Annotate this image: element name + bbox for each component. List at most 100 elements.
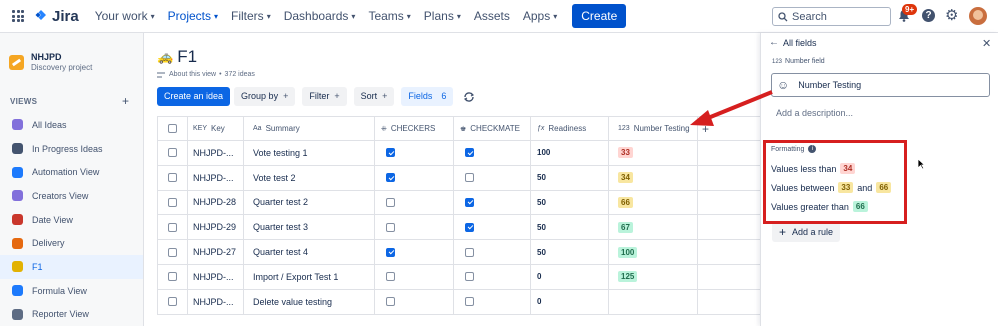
readiness-cell[interactable]: 100	[531, 141, 609, 165]
checkers-checkbox[interactable]	[386, 297, 395, 307]
table-row[interactable]: NHJPD-... Vote testing 1 100 33	[157, 141, 760, 166]
summary-cell[interactable]: Vote testing 1	[244, 141, 375, 165]
description-input[interactable]: Add a description...	[776, 108, 853, 118]
close-icon[interactable]: ✕	[982, 37, 991, 50]
column-readiness[interactable]: ƒx Readiness	[531, 117, 609, 140]
sidebar-view-automation-view[interactable]: Automation View	[0, 160, 143, 184]
create-idea-button[interactable]: Create an idea	[157, 87, 231, 106]
sidebar-view-formula-view[interactable]: Formula View	[0, 279, 143, 303]
sidebar-view-in-progress-ideas[interactable]: In Progress Ideas	[0, 137, 143, 161]
table-row[interactable]: NHJPD-29 Quarter test 3 50 67	[157, 215, 760, 241]
sidebar-view-date-view[interactable]: Date View	[0, 208, 143, 232]
nav-item-plans[interactable]: Plans ▾	[424, 9, 461, 23]
fields-button[interactable]: Fields 6	[401, 87, 454, 106]
back-arrow-icon[interactable]: ←	[769, 37, 779, 48]
row-select-checkbox[interactable]	[168, 272, 177, 282]
number-testing-cell[interactable]: 34	[609, 165, 698, 190]
summary-cell[interactable]: Vote test 2	[244, 165, 375, 190]
column-key[interactable]: KEY Key	[188, 117, 244, 140]
app-switcher-icon[interactable]	[12, 10, 24, 22]
help-icon[interactable]: ?	[922, 9, 935, 22]
sidebar-view-creators-view[interactable]: Creators View	[0, 184, 143, 208]
select-all-checkbox[interactable]	[168, 124, 177, 133]
panel-title[interactable]: All fields	[783, 38, 817, 48]
checkers-checkbox[interactable]	[386, 247, 395, 257]
number-testing-cell[interactable]: 100	[609, 240, 698, 264]
summary-cell[interactable]: Delete value testing	[244, 289, 375, 314]
key-cell[interactable]: NHJPD-28	[188, 190, 244, 215]
readiness-cell[interactable]: 50	[531, 215, 609, 240]
row-select-checkbox[interactable]	[168, 222, 177, 232]
create-button[interactable]: Create	[572, 4, 627, 28]
key-cell[interactable]: NHJPD-27	[188, 240, 244, 264]
column-summary[interactable]: Aa Summary	[244, 117, 375, 140]
project-header[interactable]: NHJPD Discovery project	[0, 33, 143, 72]
checkmate-checkbox[interactable]	[465, 272, 474, 282]
readiness-cell[interactable]: 50	[531, 190, 609, 215]
table-row[interactable]: NHJPD-... Delete value testing 0	[157, 289, 760, 315]
table-row[interactable]: NHJPD-... Vote test 2 50 34	[157, 165, 760, 191]
checkers-checkbox[interactable]	[386, 173, 395, 183]
column-checkmate[interactable]: ♚ CHECKMATE	[454, 117, 531, 140]
filter-button[interactable]: Filter +	[302, 87, 347, 106]
checkers-checkbox[interactable]	[386, 148, 395, 158]
sidebar-view-delivery[interactable]: Delivery	[0, 231, 143, 255]
key-cell[interactable]: NHJPD-29	[188, 215, 244, 240]
summary-cell[interactable]: Quarter test 3	[244, 215, 375, 240]
column-number-testing[interactable]: 123 Number Testing	[609, 117, 698, 140]
nav-item-dashboards[interactable]: Dashboards ▾	[284, 9, 356, 23]
number-testing-cell[interactable]: 125	[609, 264, 698, 289]
checkmate-checkbox[interactable]	[465, 247, 474, 257]
about-view-link[interactable]: About this view	[169, 71, 216, 78]
row-select-checkbox[interactable]	[168, 197, 177, 207]
key-cell[interactable]: NHJPD-...	[188, 141, 244, 165]
sidebar-view-reporter-view[interactable]: Reporter View	[0, 303, 143, 326]
emoji-picker-icon[interactable]: ☺	[777, 78, 789, 92]
user-avatar[interactable]	[969, 7, 987, 25]
checkers-checkbox[interactable]	[386, 222, 395, 232]
checkers-checkbox[interactable]	[386, 272, 395, 282]
number-testing-cell[interactable]	[609, 289, 698, 314]
autosave-sync-icon[interactable]	[462, 90, 476, 104]
search-input[interactable]: Search	[772, 7, 891, 26]
readiness-cell[interactable]: 50	[531, 165, 609, 190]
row-select-checkbox[interactable]	[168, 297, 177, 307]
checkmate-checkbox[interactable]	[465, 173, 474, 183]
nav-item-your-work[interactable]: Your work ▾	[95, 9, 155, 23]
number-testing-cell[interactable]: 66	[609, 190, 698, 215]
checkmate-checkbox[interactable]	[465, 222, 474, 232]
sort-button[interactable]: Sort +	[353, 87, 395, 106]
nav-item-assets[interactable]: Assets	[474, 9, 510, 23]
readiness-cell[interactable]: 0	[531, 264, 609, 289]
readiness-cell[interactable]: 0	[531, 289, 609, 314]
add-column-plus-icon[interactable]: +	[702, 122, 709, 136]
row-select-checkbox[interactable]	[168, 247, 177, 257]
checkmate-checkbox[interactable]	[465, 148, 474, 158]
add-rule-button[interactable]: + Add a rule	[772, 222, 840, 242]
nav-item-filters[interactable]: Filters ▾	[231, 9, 271, 23]
summary-cell[interactable]: Quarter test 4	[244, 240, 375, 264]
number-testing-cell[interactable]: 33	[609, 141, 698, 165]
nav-item-apps[interactable]: Apps ▾	[523, 9, 557, 23]
sidebar-view-f1[interactable]: F1	[0, 255, 143, 279]
row-select-checkbox[interactable]	[168, 148, 177, 158]
summary-cell[interactable]: Quarter test 2	[244, 190, 375, 215]
jira-logo[interactable]: Jira	[34, 8, 79, 25]
checkers-checkbox[interactable]	[386, 197, 395, 207]
settings-gear-icon[interactable]: ⚙	[945, 8, 958, 23]
group-by-button[interactable]: Group by +	[234, 87, 296, 106]
table-row[interactable]: NHJPD-27 Quarter test 4 50 100	[157, 240, 760, 265]
key-cell[interactable]: NHJPD-...	[188, 165, 244, 190]
field-name-input[interactable]: ☺ Number Testing	[771, 73, 990, 97]
nav-item-projects[interactable]: Projects ▾	[168, 9, 218, 23]
table-row[interactable]: NHJPD-28 Quarter test 2 50 66	[157, 190, 760, 216]
nav-item-teams[interactable]: Teams ▾	[368, 9, 410, 23]
summary-cell[interactable]: Import / Export Test 1	[244, 264, 375, 289]
readiness-cell[interactable]: 50	[531, 240, 609, 264]
sidebar-view-all-ideas[interactable]: All Ideas	[0, 113, 143, 137]
column-checkers[interactable]: ⁜ CHECKERS	[375, 117, 454, 140]
table-row[interactable]: NHJPD-... Import / Export Test 1 0 125	[157, 264, 760, 290]
checkmate-checkbox[interactable]	[465, 197, 474, 207]
key-cell[interactable]: NHJPD-...	[188, 264, 244, 289]
row-select-checkbox[interactable]	[168, 173, 177, 183]
